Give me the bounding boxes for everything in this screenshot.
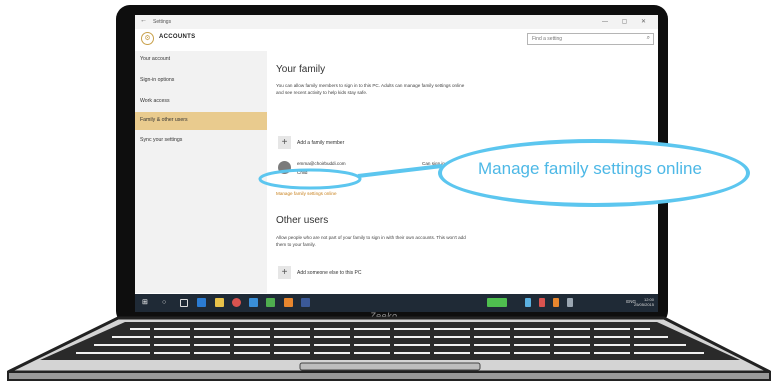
callout-text: Manage family settings online [478,159,702,178]
callout-pointer [258,164,443,190]
